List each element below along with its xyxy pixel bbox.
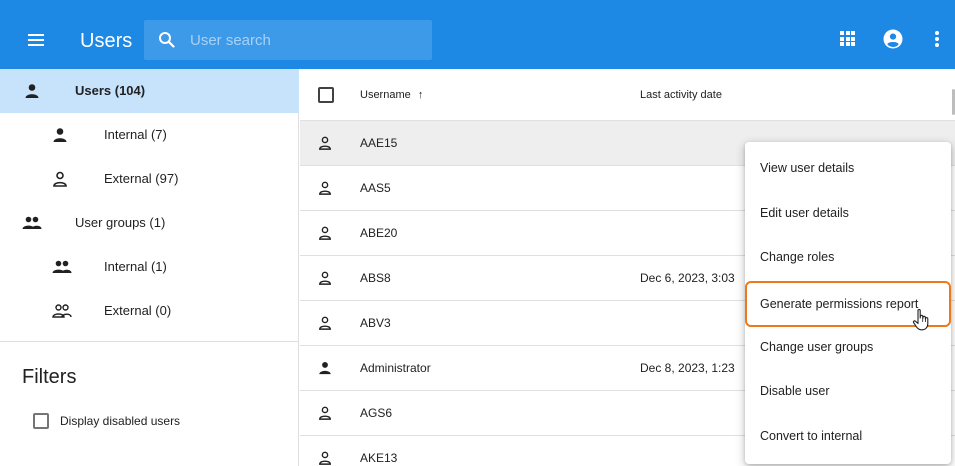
sidebar-item-users[interactable]: Users (104) [0, 69, 299, 113]
sidebar-item-label: External (97) [104, 171, 179, 186]
row-username: Administrator [360, 361, 431, 375]
app-title: Users [80, 30, 133, 52]
sidebar-item-groups-external[interactable]: External (0) [0, 289, 299, 333]
apps-icon[interactable] [840, 31, 855, 46]
menu-item-view-user-details[interactable]: View user details [745, 148, 951, 188]
sidebar-item-label: Internal (1) [104, 259, 167, 274]
person-icon [319, 362, 331, 375]
account-circle-icon[interactable] [883, 29, 903, 49]
row-username: ABS8 [360, 271, 391, 285]
search-box[interactable] [144, 20, 432, 60]
row-last-activity: Dec 8, 2023, 1:23 [640, 361, 735, 375]
person-outline-icon [319, 136, 331, 150]
person-outline-icon [319, 406, 331, 420]
sidebar-item-label: User groups (1) [75, 215, 166, 230]
menu-item-convert-to-internal[interactable]: Convert to internal [745, 416, 951, 456]
person-outline-icon [319, 226, 331, 240]
column-last-activity[interactable]: Last activity date [640, 89, 722, 101]
sidebar-divider [0, 341, 299, 342]
search-icon [159, 32, 175, 48]
group-icon [22, 216, 42, 229]
sidebar: Users (104) Internal (7) External (97) U… [0, 69, 299, 466]
person-icon [25, 84, 39, 98]
column-username[interactable]: Username ↑ [360, 89, 423, 101]
sidebar-item-groups-internal[interactable]: Internal (1) [0, 245, 299, 289]
sidebar-item-users-external[interactable]: External (97) [0, 157, 299, 201]
sidebar-item-label: External (0) [104, 303, 172, 318]
person-outline-icon [319, 271, 331, 285]
hand-pointer-cursor-icon [912, 309, 929, 331]
app-bar: Users [0, 0, 955, 69]
row-username: ABV3 [360, 316, 391, 330]
person-outline-icon [319, 316, 331, 330]
menu-item-disable-user[interactable]: Disable user [745, 371, 951, 411]
filters-title: Filters [22, 366, 77, 388]
group-outline-icon [52, 304, 72, 318]
scrollbar[interactable] [950, 69, 955, 121]
menu-item-change-user-groups[interactable]: Change user groups [745, 327, 951, 367]
menu-icon[interactable] [28, 34, 44, 46]
select-all-checkbox[interactable] [318, 87, 334, 103]
person-outline-icon [319, 451, 331, 465]
sidebar-item-label: Internal (7) [104, 127, 167, 142]
more-vert-icon[interactable] [935, 31, 939, 47]
group-icon [52, 260, 72, 273]
row-last-activity: Dec 6, 2023, 3:03 [640, 271, 735, 285]
row-context-menu: View user details Edit user details Chan… [745, 142, 951, 464]
search-input[interactable] [190, 20, 420, 60]
sidebar-item-label: Users (104) [75, 83, 146, 98]
row-username: AAS5 [360, 181, 391, 195]
sidebar-item-user-groups[interactable]: User groups (1) [0, 201, 299, 245]
sidebar-item-users-internal[interactable]: Internal (7) [0, 113, 299, 157]
menu-item-edit-user-details[interactable]: Edit user details [745, 193, 951, 233]
row-username: AKE13 [360, 451, 398, 465]
menu-item-change-roles[interactable]: Change roles [745, 237, 951, 277]
person-outline-icon [53, 171, 67, 187]
row-username: AAE15 [360, 136, 398, 150]
person-icon [53, 128, 67, 142]
table-header: Username ↑ Last activity date [300, 69, 955, 121]
row-username: AGS6 [360, 406, 393, 420]
row-username: ABE20 [360, 226, 398, 240]
display-disabled-label: Display disabled users [60, 414, 181, 428]
person-outline-icon [319, 181, 331, 195]
display-disabled-checkbox[interactable] [33, 413, 49, 429]
sort-arrow-icon: ↑ [417, 89, 424, 101]
